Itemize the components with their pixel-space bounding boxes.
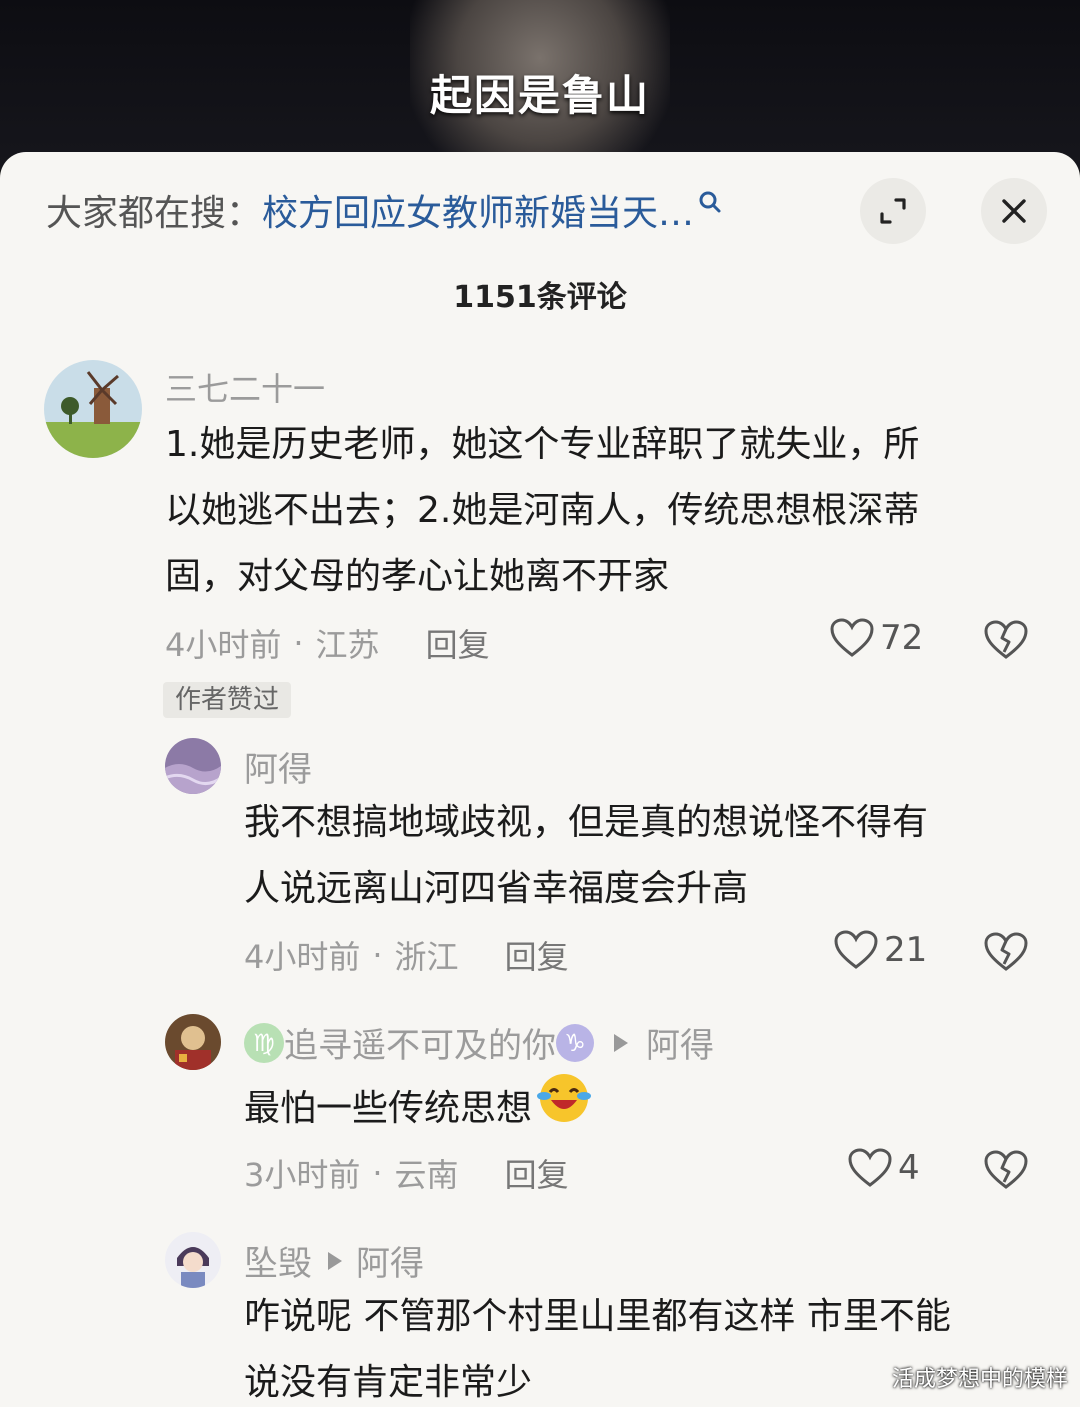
- video-player[interactable]: 起因是鲁山: [0, 0, 1080, 170]
- comment-text-line: 固，对父母的孝心让她离不开家: [165, 556, 670, 597]
- comment-text: 最怕一些传统思想: [244, 1070, 1044, 1148]
- comment-text: 我不想搞地域歧视，但是真的想说怪不得有 人说远离山河四省幸福度会升高: [244, 790, 1044, 922]
- comment-text: 1.她是历史老师，她这个专业辞职了就失业，所 以她逃不出去；2.她是河南人，传统…: [165, 412, 1045, 610]
- broken-heart-icon: [984, 620, 1028, 659]
- comment-meta: 3小时前 · 云南 回复: [244, 1150, 569, 1196]
- search-icon[interactable]: [698, 186, 722, 227]
- comment-text-line: 我不想搞地域歧视，但是真的想说怪不得有: [244, 802, 929, 843]
- comment-meta: 4小时前 · 浙江 回复: [244, 932, 569, 978]
- like-count: 4: [898, 1148, 920, 1188]
- avatar[interactable]: [165, 1232, 221, 1288]
- comment-username[interactable]: 阿得: [244, 742, 312, 791]
- dislike-button[interactable]: [984, 1150, 1028, 1194]
- comment-text-line: 咋说呢 不管那个村里山里都有这样 市里不能: [244, 1296, 951, 1337]
- like-button[interactable]: 4: [848, 1148, 920, 1188]
- trending-search-prefix: 大家都在搜：: [46, 193, 263, 234]
- comment-username[interactable]: 坠毁: [244, 1236, 312, 1285]
- heart-icon: [830, 618, 874, 657]
- author-liked-tag: 作者赞过: [163, 682, 292, 718]
- reply-button[interactable]: 回复: [505, 932, 569, 978]
- zodiac-capricorn-badge: ♑: [556, 1023, 594, 1062]
- close-button[interactable]: [981, 178, 1047, 244]
- zodiac-virgo-badge: ♍: [244, 1022, 284, 1063]
- reply-arrow-icon: [614, 1033, 628, 1052]
- comment-location: 云南: [394, 1156, 459, 1194]
- reply-button[interactable]: 回复: [505, 1150, 569, 1196]
- heart-icon: [834, 930, 878, 969]
- meta-separator: ·: [372, 936, 383, 974]
- laughing-crying-emoji-icon: [534, 1070, 594, 1148]
- reply-arrow-icon: [328, 1251, 342, 1270]
- comment-sheet: 大家都在搜： 校方回应女教师新婚当天… 1151条评论 三七二十一 1.她是历史…: [0, 152, 1080, 1407]
- comment-text-line: 人说远离山河四省幸福度会升高: [244, 868, 749, 909]
- reply-button[interactable]: 回复: [426, 620, 490, 666]
- broken-heart-icon: [984, 932, 1028, 971]
- avatar[interactable]: [165, 738, 221, 794]
- watermark: 活成梦想中的模样: [891, 1367, 1068, 1392]
- comment-time: 4小时前: [165, 626, 282, 664]
- reply-to-username[interactable]: 阿得: [356, 1236, 424, 1285]
- comment-text-line: 1.她是历史老师，她这个专业辞职了就失业，所: [165, 424, 920, 465]
- comment-time: 4小时前: [244, 938, 361, 976]
- trending-search-query[interactable]: 校方回应女教师新婚当天…: [262, 184, 694, 236]
- heart-icon: [848, 1148, 892, 1187]
- comment-reply-header: 坠毁 阿得: [244, 1236, 424, 1285]
- avatar[interactable]: [165, 1014, 221, 1070]
- expand-button[interactable]: [860, 178, 926, 244]
- dislike-button[interactable]: [984, 932, 1028, 976]
- avatar[interactable]: [44, 360, 142, 458]
- comment-text-line: 以她逃不出去；2.她是河南人，传统思想根深蒂: [165, 490, 920, 531]
- comment-count: 1151条评论: [453, 280, 627, 315]
- comment-location: 浙江: [394, 938, 459, 976]
- comment-username[interactable]: 三七二十一: [165, 364, 325, 410]
- reply-to-username[interactable]: 阿得: [646, 1018, 714, 1067]
- expand-icon: [880, 198, 906, 224]
- trending-search-bar[interactable]: 大家都在搜： 校方回应女教师新婚当天…: [46, 180, 806, 240]
- dislike-button[interactable]: [984, 620, 1028, 664]
- like-button[interactable]: 21: [834, 930, 927, 970]
- like-count: 72: [880, 618, 924, 658]
- broken-heart-icon: [984, 1150, 1028, 1189]
- comment-username[interactable]: 追寻遥不可及的你: [284, 1018, 556, 1067]
- close-icon: [1002, 199, 1026, 223]
- comment-text-line: 最怕一些传统思想: [244, 1088, 533, 1129]
- comment-location: 江苏: [315, 626, 380, 664]
- video-subtitle: 起因是鲁山: [429, 71, 650, 120]
- comment-reply-header: ♍ 追寻遥不可及的你 ♑ 阿得: [244, 1018, 714, 1067]
- meta-separator: ·: [372, 1154, 383, 1192]
- comment-meta: 4小时前 · 江苏 回复: [165, 620, 490, 666]
- like-button[interactable]: 72: [830, 618, 923, 658]
- meta-separator: ·: [293, 624, 304, 662]
- like-count: 21: [884, 930, 928, 970]
- comment-time: 3小时前: [244, 1156, 361, 1194]
